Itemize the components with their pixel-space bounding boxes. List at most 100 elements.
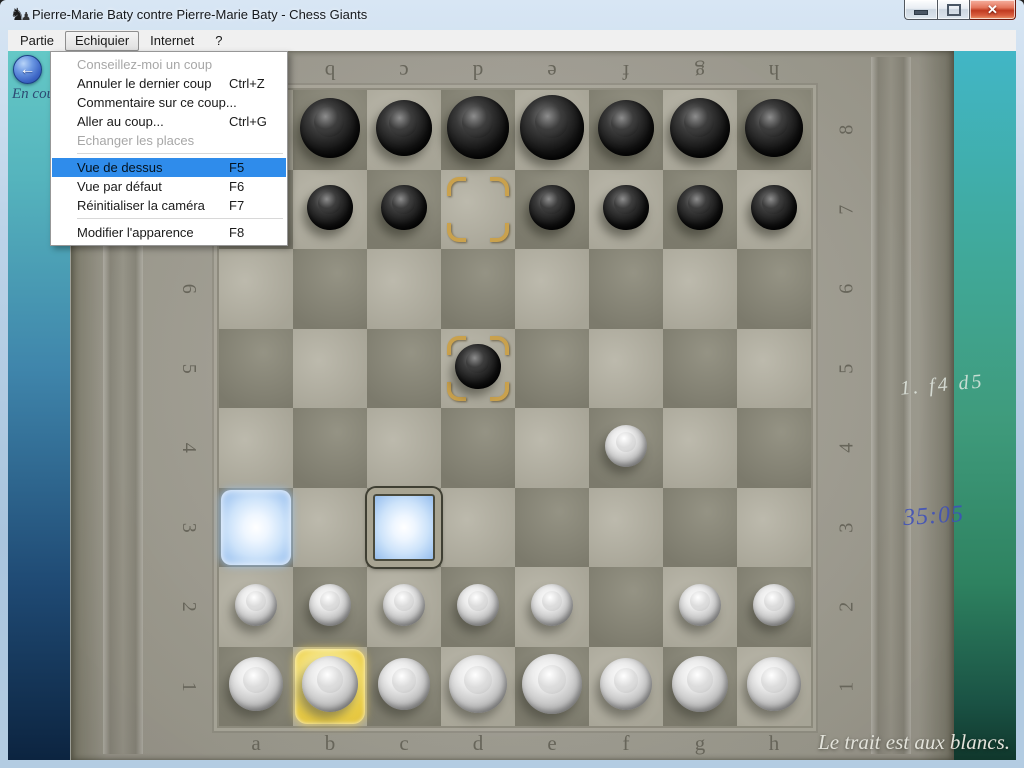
- last-move-origin-markers-d7: [447, 177, 509, 243]
- close-button[interactable]: ✕: [970, 0, 1016, 20]
- square-g5[interactable]: [663, 329, 737, 409]
- square-b6[interactable]: [293, 249, 367, 329]
- title-bar[interactable]: ♞♟ Pierre-Marie Baty contre Pierre-Marie…: [0, 0, 1024, 30]
- square-f5[interactable]: [589, 329, 663, 409]
- piece-black-queen-d8[interactable]: [447, 96, 510, 159]
- piece-black-bishop-f8[interactable]: [598, 100, 654, 156]
- file-label-top-e: e: [515, 59, 589, 84]
- piece-white-pawn-a2[interactable]: [235, 584, 277, 626]
- menubar-item-echiquier[interactable]: Echiquier: [65, 31, 139, 51]
- piece-black-rook-h8[interactable]: [745, 99, 803, 157]
- piece-white-rook-h1[interactable]: [747, 657, 801, 711]
- gold-corner-marker: [490, 382, 509, 401]
- square-h6[interactable]: [737, 249, 811, 329]
- square-d4[interactable]: [441, 408, 515, 488]
- piece-white-bishop-c1[interactable]: [378, 658, 430, 710]
- file-label-bottom-h: h: [737, 731, 811, 756]
- game-status-text: En cou: [12, 86, 54, 103]
- piece-black-pawn-d5[interactable]: [455, 344, 500, 389]
- piece-white-knight-g1[interactable]: [672, 656, 728, 712]
- piece-black-pawn-e7[interactable]: [529, 185, 574, 230]
- square-a5[interactable]: [219, 329, 293, 409]
- square-d3[interactable]: [441, 488, 515, 568]
- menu-item-conseillez-moi-un-coup: Conseillez-moi un coup: [52, 55, 286, 74]
- square-h3[interactable]: [737, 488, 811, 568]
- piece-white-queen-d1[interactable]: [449, 655, 507, 713]
- square-h4[interactable]: [737, 408, 811, 488]
- file-label-top-c: c: [367, 59, 441, 84]
- legal-move-glow-a3[interactable]: [221, 490, 291, 566]
- square-h5[interactable]: [737, 329, 811, 409]
- piece-white-bishop-f1[interactable]: [600, 658, 652, 710]
- menu-item-commentaire-sur-ce-coup[interactable]: Commentaire sur ce coup...: [52, 93, 286, 112]
- square-g4[interactable]: [663, 408, 737, 488]
- piece-white-pawn-f4[interactable]: [605, 425, 647, 467]
- square-d6[interactable]: [441, 249, 515, 329]
- file-label-top-f: f: [589, 59, 663, 84]
- square-e4[interactable]: [515, 408, 589, 488]
- maximize-button[interactable]: [937, 0, 970, 20]
- piece-black-bishop-c8[interactable]: [376, 100, 432, 156]
- square-f3[interactable]: [589, 488, 663, 568]
- square-g6[interactable]: [663, 249, 737, 329]
- piece-white-pawn-b2[interactable]: [309, 584, 351, 626]
- piece-black-king-e8[interactable]: [520, 95, 585, 160]
- menu-item-vue-par-d-faut[interactable]: Vue par défautF6: [52, 177, 286, 196]
- square-f6[interactable]: [589, 249, 663, 329]
- piece-black-knight-g8[interactable]: [670, 98, 730, 158]
- square-e3[interactable]: [515, 488, 589, 568]
- square-e5[interactable]: [515, 329, 589, 409]
- menu-item-vue-de-dessus[interactable]: Vue de dessusF5: [52, 158, 286, 177]
- square-c5[interactable]: [367, 329, 441, 409]
- square-a6[interactable]: [219, 249, 293, 329]
- piece-white-pawn-g2[interactable]: [679, 584, 721, 626]
- menu-item-modifier-l-apparence[interactable]: Modifier l'apparenceF8: [52, 223, 286, 242]
- square-c4[interactable]: [367, 408, 441, 488]
- menubar-item-?[interactable]: ?: [205, 31, 232, 51]
- piece-black-pawn-h7[interactable]: [751, 185, 796, 230]
- file-label-top-h: h: [737, 59, 811, 84]
- square-b3[interactable]: [293, 488, 367, 568]
- file-label-top-b: b: [293, 59, 367, 84]
- square-f2[interactable]: [589, 567, 663, 647]
- file-label-bottom-c: c: [367, 731, 441, 756]
- piece-white-king-e1[interactable]: [522, 654, 582, 714]
- file-label-top-d: d: [441, 59, 515, 84]
- file-label-bottom-f: f: [589, 731, 663, 756]
- piece-white-pawn-c2[interactable]: [383, 584, 425, 626]
- menu-item-r-initialiser-la-cam-ra[interactable]: Réinitialiser la caméraF7: [52, 196, 286, 215]
- menubar-item-partie[interactable]: Partie: [10, 31, 64, 51]
- square-e6[interactable]: [515, 249, 589, 329]
- menu-item-echanger-les-places: Echanger les places: [52, 131, 286, 150]
- file-label-bottom-d: d: [441, 731, 515, 756]
- piece-white-pawn-h2[interactable]: [753, 584, 795, 626]
- menu-item-annuler-le-dernier-coup[interactable]: Annuler le dernier coupCtrl+Z: [52, 74, 286, 93]
- piece-white-knight-b1[interactable]: [302, 656, 358, 712]
- board-frame-groove-right: [871, 57, 911, 754]
- piece-black-pawn-c7[interactable]: [381, 185, 426, 230]
- square-a4[interactable]: [219, 408, 293, 488]
- menubar-item-internet[interactable]: Internet: [140, 31, 204, 51]
- piece-black-knight-b8[interactable]: [300, 98, 360, 158]
- rank-label-right-3: 3: [807, 514, 887, 540]
- close-icon: ✕: [987, 2, 998, 18]
- square-c6[interactable]: [367, 249, 441, 329]
- square-b4[interactable]: [293, 408, 367, 488]
- rank-label-right-7: 7: [807, 196, 887, 222]
- piece-white-pawn-e2[interactable]: [531, 584, 573, 626]
- menu-item-label: Aller au coup...: [77, 114, 164, 129]
- menu-item-aller-au-coup[interactable]: Aller au coup...Ctrl+G: [52, 112, 286, 131]
- minimize-button[interactable]: [904, 0, 937, 20]
- piece-black-pawn-b7[interactable]: [307, 185, 352, 230]
- gold-corner-marker: [447, 177, 466, 196]
- piece-white-rook-a1[interactable]: [229, 657, 283, 711]
- square-g3[interactable]: [663, 488, 737, 568]
- square-b5[interactable]: [293, 329, 367, 409]
- piece-black-pawn-f7[interactable]: [603, 185, 648, 230]
- back-button[interactable]: ←: [13, 55, 42, 84]
- file-label-bottom-b: b: [293, 731, 367, 756]
- legal-move-glow-framed-c3[interactable]: [367, 488, 441, 568]
- piece-black-pawn-g7[interactable]: [677, 185, 722, 230]
- piece-white-pawn-d2[interactable]: [457, 584, 499, 626]
- rank-label-right-4: 4: [807, 435, 887, 461]
